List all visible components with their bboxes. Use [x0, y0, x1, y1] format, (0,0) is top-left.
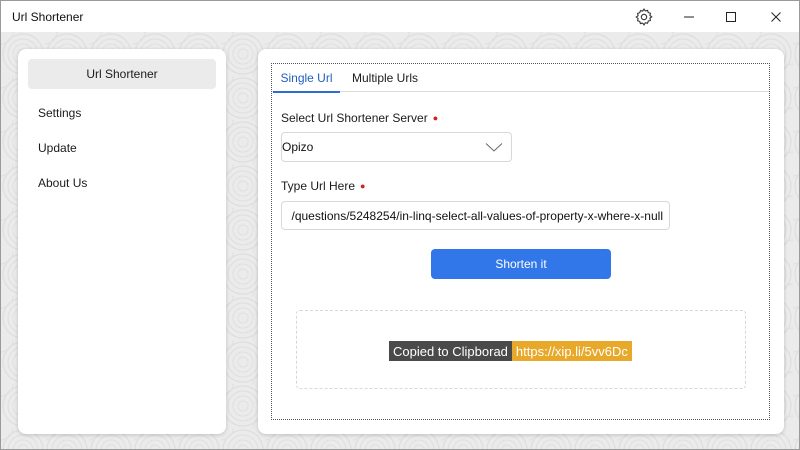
copied-status-badge: Copied to Clipborad [389, 341, 512, 361]
window-title: Url Shortener [12, 10, 84, 24]
url-input[interactable] [281, 201, 670, 230]
sidebar-item-url-shortener[interactable]: Url Shortener [28, 59, 216, 89]
url-label-text: Type Url Here [281, 179, 356, 193]
maximize-button[interactable] [708, 1, 754, 32]
sidebar-item-label: Url Shortener [86, 67, 158, 81]
minimize-icon [684, 16, 694, 17]
tab-single-url[interactable]: Single Url [273, 64, 340, 93]
minimize-button[interactable] [666, 1, 712, 32]
sidebar-item-update[interactable]: Update [28, 133, 216, 163]
close-button[interactable] [753, 1, 799, 32]
sidebar: Url Shortener Settings Update About Us [18, 49, 226, 434]
app-window: Url Shortener Url Shortener Settings Upd… [0, 0, 800, 450]
maximize-icon [726, 11, 736, 22]
server-label: Select Url Shortener Server ● [281, 111, 438, 125]
result-box: Copied to Clipborad https://xip.li/5vv6D… [296, 310, 746, 389]
tab-strip: Single Url Multiple Urls [272, 64, 769, 93]
sidebar-item-label: About Us [38, 176, 88, 190]
main-panel: Single Url Multiple Urls Select Url Shor… [258, 49, 784, 434]
sidebar-item-label: Settings [38, 106, 82, 120]
sidebar-item-settings[interactable]: Settings [28, 98, 216, 128]
tab-multiple-urls[interactable]: Multiple Urls [352, 64, 418, 92]
server-select-value: Opizo [282, 140, 314, 154]
sidebar-item-about-us[interactable]: About Us [28, 168, 216, 198]
url-label: Type Url Here ● [281, 179, 365, 193]
required-marker: ● [432, 113, 439, 123]
close-icon [771, 11, 781, 22]
title-bar[interactable]: Url Shortener [1, 1, 799, 32]
sidebar-item-label: Update [38, 141, 77, 155]
chevron-down-icon [485, 143, 503, 152]
required-marker: ● [360, 181, 366, 191]
server-select[interactable]: Opizo [281, 132, 512, 162]
short-url-text[interactable]: https://xip.li/5vv6Dc [511, 341, 632, 361]
settings-button[interactable] [621, 1, 667, 32]
gear-icon [635, 7, 653, 26]
shorten-button[interactable]: Shorten it [431, 249, 611, 279]
window-content: Url Shortener Settings Update About Us S… [1, 32, 799, 449]
tab-control: Single Url Multiple Urls Select Url Shor… [271, 63, 770, 420]
result-output: Copied to Clipborad https://xip.li/5vv6D… [389, 341, 632, 361]
server-label-text: Select Url Shortener Server [281, 111, 428, 125]
